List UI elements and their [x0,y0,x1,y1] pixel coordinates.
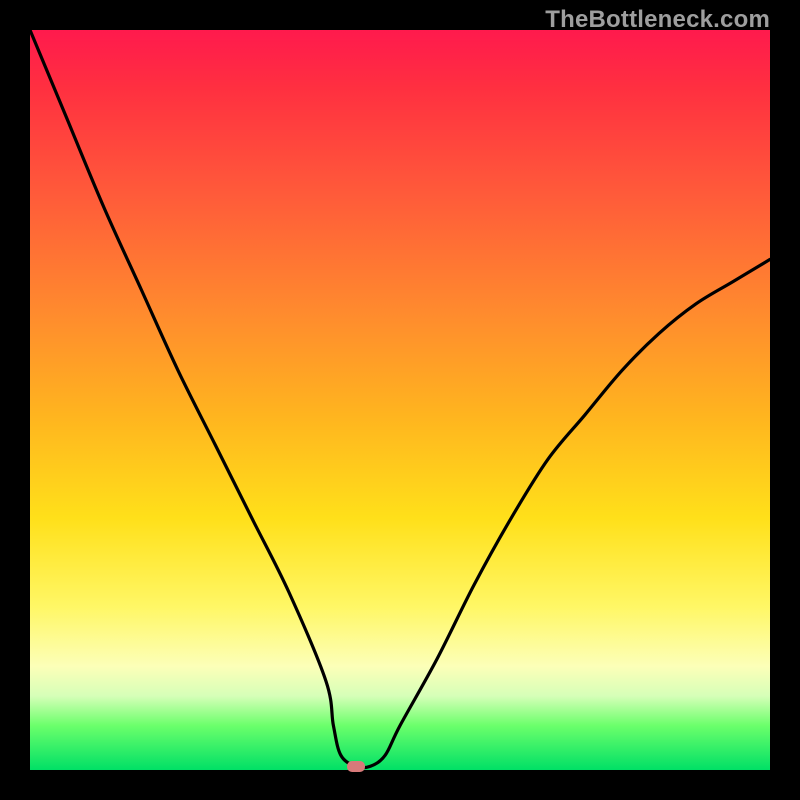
plot-area [30,30,770,770]
chart-container: TheBottleneck.com [0,0,800,800]
bottleneck-curve [30,30,770,768]
curve-svg [30,30,770,770]
optimum-marker [347,761,365,772]
